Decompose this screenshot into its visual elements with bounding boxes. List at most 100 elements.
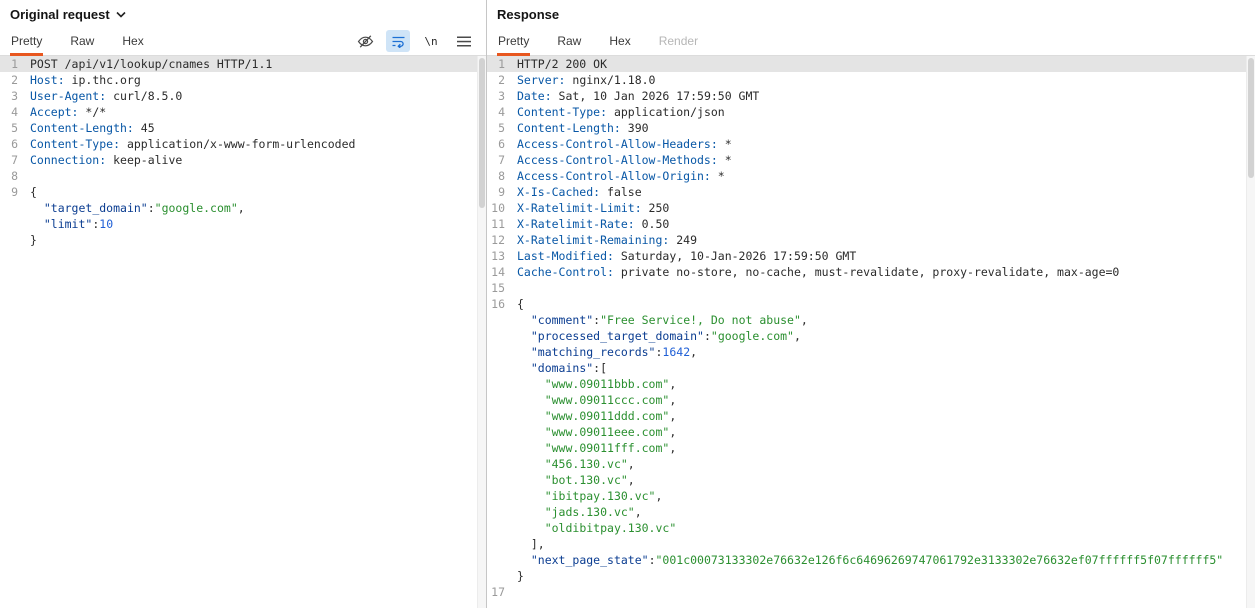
request-code: 1POST /api/v1/lookup/cnames HTTP/1.12Hos…	[0, 56, 486, 248]
line-number: 2	[0, 72, 24, 88]
code-line[interactable]: "bot.130.vc",	[487, 472, 1255, 488]
menu-icon[interactable]	[452, 30, 476, 52]
code-line[interactable]: "matching_records":1642,	[487, 344, 1255, 360]
code-line[interactable]: 2Host: ip.thc.org	[0, 72, 486, 88]
newline-icon[interactable]: \n	[419, 30, 443, 52]
code-line[interactable]: ],	[487, 536, 1255, 552]
code-text: Accept: */*	[24, 104, 106, 120]
tab-raw[interactable]: Raw	[556, 27, 582, 55]
code-line[interactable]: 4Accept: */*	[0, 104, 486, 120]
line-number	[487, 488, 511, 504]
code-line[interactable]: 8	[0, 168, 486, 184]
response-scrollbar-thumb[interactable]	[1248, 58, 1254, 178]
response-editor[interactable]: 1HTTP/2 200 OK2Server: nginx/1.18.03Date…	[487, 56, 1255, 608]
code-line[interactable]: }	[487, 568, 1255, 584]
code-text: Date: Sat, 10 Jan 2026 17:59:50 GMT	[511, 88, 759, 104]
code-line[interactable]: 3Date: Sat, 10 Jan 2026 17:59:50 GMT	[487, 88, 1255, 104]
line-number	[487, 568, 511, 584]
tab-pretty[interactable]: Pretty	[497, 27, 530, 55]
tab-pretty[interactable]: Pretty	[10, 27, 43, 55]
line-number	[0, 200, 24, 216]
request-pane: Original request Pretty Raw Hex	[0, 0, 486, 608]
line-number	[487, 408, 511, 424]
line-number: 14	[487, 264, 511, 280]
code-line[interactable]: 7Connection: keep-alive	[0, 152, 486, 168]
code-line[interactable]: "www.09011fff.com",	[487, 440, 1255, 456]
chevron-down-icon[interactable]	[116, 11, 126, 18]
line-number: 11	[487, 216, 511, 232]
code-text: Content-Type: application/json	[511, 104, 725, 120]
code-text: "limit":10	[24, 216, 113, 232]
code-line[interactable]: 8Access-Control-Allow-Origin: *	[487, 168, 1255, 184]
code-line[interactable]: 14Cache-Control: private no-store, no-ca…	[487, 264, 1255, 280]
request-scrollbar-thumb[interactable]	[479, 58, 485, 208]
code-line[interactable]: "limit":10	[0, 216, 486, 232]
line-number	[487, 344, 511, 360]
line-number	[487, 328, 511, 344]
code-line[interactable]: 16{	[487, 296, 1255, 312]
code-line[interactable]: 10X-Ratelimit-Limit: 250	[487, 200, 1255, 216]
tab-hex[interactable]: Hex	[121, 27, 144, 55]
code-line[interactable]: "next_page_state":"001c00073133302e76632…	[487, 552, 1255, 568]
tab-hex[interactable]: Hex	[608, 27, 631, 55]
code-line[interactable]: 7Access-Control-Allow-Methods: *	[487, 152, 1255, 168]
tab-render[interactable]: Render	[658, 27, 699, 55]
code-line[interactable]: "ibitpay.130.vc",	[487, 488, 1255, 504]
repeater-message-view: Original request Pretty Raw Hex	[0, 0, 1255, 608]
line-number: 16	[487, 296, 511, 312]
response-pane-title: Response	[497, 7, 559, 22]
code-line[interactable]: 9{	[0, 184, 486, 200]
code-text: X-Ratelimit-Rate: 0.50	[511, 216, 669, 232]
line-number	[487, 552, 511, 568]
code-line[interactable]: 15	[487, 280, 1255, 296]
code-line[interactable]: "www.09011ccc.com",	[487, 392, 1255, 408]
code-line[interactable]: 1HTTP/2 200 OK	[487, 56, 1255, 72]
code-line[interactable]: "www.09011eee.com",	[487, 424, 1255, 440]
response-scrollbar[interactable]	[1246, 56, 1255, 608]
code-text: }	[511, 568, 524, 584]
code-line[interactable]: }	[0, 232, 486, 248]
code-line[interactable]: 2Server: nginx/1.18.0	[487, 72, 1255, 88]
code-line[interactable]: 1POST /api/v1/lookup/cnames HTTP/1.1	[0, 56, 486, 72]
code-line[interactable]: "oldibitpay.130.vc"	[487, 520, 1255, 536]
code-line[interactable]: "www.09011bbb.com",	[487, 376, 1255, 392]
code-line[interactable]: 17	[487, 584, 1255, 600]
line-number: 2	[487, 72, 511, 88]
code-text: "ibitpay.130.vc",	[511, 488, 662, 504]
code-line[interactable]: "domains":[	[487, 360, 1255, 376]
request-editor[interactable]: 1POST /api/v1/lookup/cnames HTTP/1.12Hos…	[0, 56, 486, 608]
line-number	[487, 440, 511, 456]
line-number: 5	[0, 120, 24, 136]
code-line[interactable]: "comment":"Free Service!, Do not abuse",	[487, 312, 1255, 328]
code-line[interactable]: "processed_target_domain":"google.com",	[487, 328, 1255, 344]
code-line[interactable]: "www.09011ddd.com",	[487, 408, 1255, 424]
soft-wrap-icon[interactable]	[386, 30, 410, 52]
line-number: 13	[487, 248, 511, 264]
request-pane-title[interactable]: Original request	[10, 7, 110, 22]
request-editor-toolbar: \n	[353, 27, 476, 55]
code-line[interactable]: 13Last-Modified: Saturday, 10-Jan-2026 1…	[487, 248, 1255, 264]
code-line[interactable]: 9X-Is-Cached: false	[487, 184, 1255, 200]
code-line[interactable]: 4Content-Type: application/json	[487, 104, 1255, 120]
request-scrollbar[interactable]	[477, 56, 486, 608]
eye-slash-icon[interactable]	[353, 30, 377, 52]
code-line[interactable]: 6Access-Control-Allow-Headers: *	[487, 136, 1255, 152]
response-tab-bar: Pretty Raw Hex Render	[487, 27, 1255, 56]
line-number: 4	[487, 104, 511, 120]
code-line[interactable]: "jads.130.vc",	[487, 504, 1255, 520]
line-number	[487, 392, 511, 408]
code-line[interactable]: 5Content-Length: 390	[487, 120, 1255, 136]
tab-raw[interactable]: Raw	[69, 27, 95, 55]
code-line[interactable]: 6Content-Type: application/x-www-form-ur…	[0, 136, 486, 152]
code-line[interactable]: "456.130.vc",	[487, 456, 1255, 472]
code-line[interactable]: 3User-Agent: curl/8.5.0	[0, 88, 486, 104]
code-line[interactable]: 12X-Ratelimit-Remaining: 249	[487, 232, 1255, 248]
code-line[interactable]: 11X-Ratelimit-Rate: 0.50	[487, 216, 1255, 232]
code-line[interactable]: "target_domain":"google.com",	[0, 200, 486, 216]
line-number	[487, 312, 511, 328]
code-text: X-Ratelimit-Remaining: 249	[511, 232, 697, 248]
code-text: Server: nginx/1.18.0	[511, 72, 655, 88]
code-line[interactable]: 5Content-Length: 45	[0, 120, 486, 136]
code-text: Access-Control-Allow-Origin: *	[511, 168, 725, 184]
line-number	[487, 424, 511, 440]
